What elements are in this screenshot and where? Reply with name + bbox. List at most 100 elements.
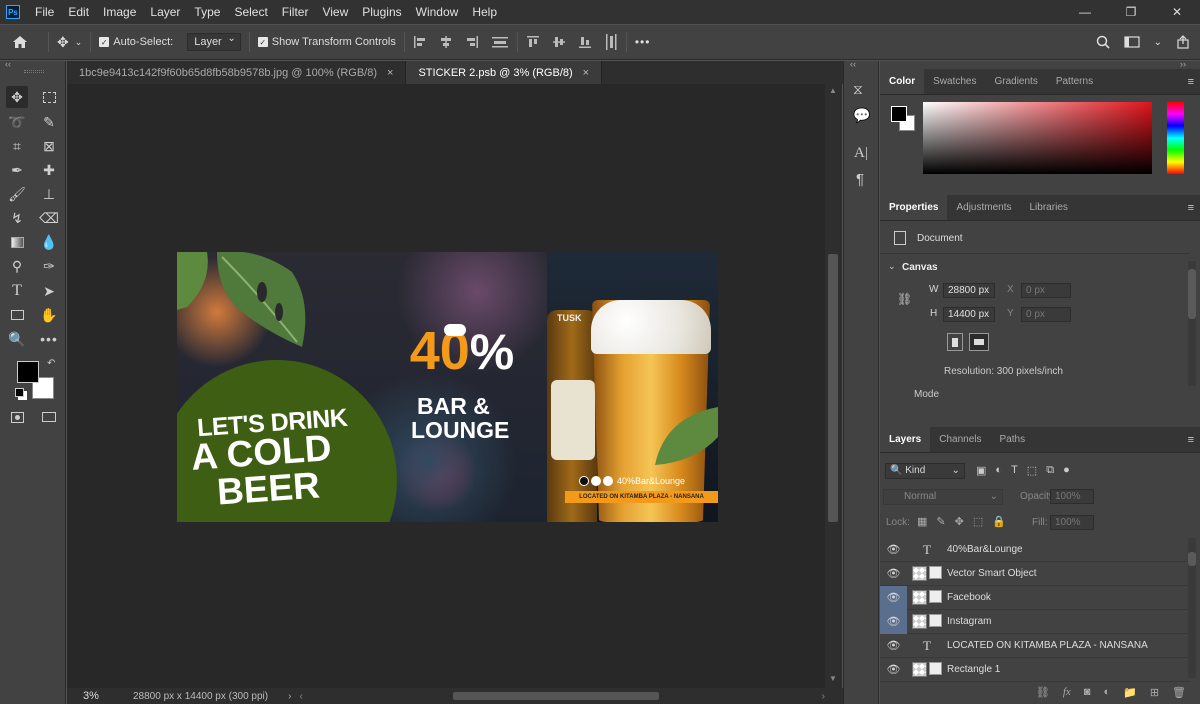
menu-type[interactable]: Type xyxy=(187,0,227,24)
tab-color[interactable]: Color xyxy=(880,69,925,94)
properties-scrollbar[interactable] xyxy=(1188,261,1196,386)
canvas-section-chevron-icon[interactable]: ⌄ xyxy=(888,261,896,272)
frame-tool-icon[interactable]: ⊠ xyxy=(38,135,60,157)
menu-edit[interactable]: Edit xyxy=(61,0,96,24)
close-tab-icon[interactable]: × xyxy=(387,67,393,79)
tab-properties[interactable]: Properties xyxy=(880,195,948,220)
panel-menu-icon[interactable]: ≡ xyxy=(1188,195,1200,220)
new-layer-icon[interactable]: ⊞ xyxy=(1150,686,1159,699)
menu-help[interactable]: Help xyxy=(465,0,504,24)
auto-select-dropdown[interactable]: Layer xyxy=(187,33,241,51)
menu-plugins[interactable]: Plugins xyxy=(355,0,408,24)
visibility-eye-icon[interactable]: 👁 xyxy=(880,538,907,562)
tab-libraries[interactable]: Libraries xyxy=(1021,195,1077,220)
show-transform-checkbox[interactable]: ✓ xyxy=(257,37,268,47)
color-field[interactable] xyxy=(923,102,1152,174)
close-tab-icon[interactable]: × xyxy=(583,67,589,79)
align-middle-icon[interactable] xyxy=(552,35,566,49)
menu-window[interactable]: Window xyxy=(409,0,466,24)
tab-swatches[interactable]: Swatches xyxy=(924,69,985,94)
scroll-down-icon[interactable]: ▼ xyxy=(829,674,837,683)
panel-menu-icon[interactable]: ≡ xyxy=(1188,69,1200,94)
auto-select-checkbox[interactable]: ✓ xyxy=(99,37,110,47)
delete-layer-icon[interactable]: 🗑 xyxy=(1172,686,1186,699)
align-center-icon[interactable] xyxy=(439,35,453,49)
width-field[interactable]: 28800 px xyxy=(943,283,995,298)
doc-info[interactable]: 28800 px x 14400 px (300 ppi) xyxy=(133,691,268,702)
collapse-toolbox-icon[interactable]: ‹‹ xyxy=(5,59,11,69)
portrait-orientation-icon[interactable] xyxy=(947,333,963,351)
comments-panel-icon[interactable]: 💬 xyxy=(853,107,870,124)
align-top-icon[interactable] xyxy=(526,35,540,49)
visibility-eye-icon[interactable]: 👁 xyxy=(880,609,907,634)
gradient-tool-icon[interactable] xyxy=(6,231,28,253)
document-canvas[interactable]: LET'S DRINK A COLD BEER 40% BAR & LOUNGE… xyxy=(177,252,718,522)
layers-scrollbar[interactable] xyxy=(1188,538,1196,678)
link-layers-icon[interactable]: ⛓ xyxy=(1036,686,1050,699)
lock-image-icon[interactable]: ✎ xyxy=(936,515,945,528)
foreground-color-swatch[interactable] xyxy=(17,361,39,383)
layer-row[interactable]: 👁 Rectangle 1 xyxy=(880,658,1190,682)
adjustment-filter-icon[interactable]: ◐ xyxy=(995,464,1002,477)
menu-layer[interactable]: Layer xyxy=(143,0,187,24)
expand-panels-icon[interactable]: ›› xyxy=(1180,59,1186,69)
restore-button[interactable]: ❐ xyxy=(1108,0,1154,24)
edit-toolbar-icon[interactable]: ••• xyxy=(38,328,60,350)
landscape-orientation-icon[interactable] xyxy=(969,333,989,351)
tab-patterns[interactable]: Patterns xyxy=(1047,69,1102,94)
stamp-tool-icon[interactable]: ⊥ xyxy=(38,183,60,205)
layer-row[interactable]: 👁 T LOCATED ON KITAMBA PLAZA - NANSANA xyxy=(880,634,1190,658)
layer-row[interactable]: 👁 Vector Smart Object xyxy=(880,562,1190,586)
menu-select[interactable]: Select xyxy=(227,0,274,24)
align-left-icon[interactable] xyxy=(413,35,427,49)
horizontal-scrollbar[interactable] xyxy=(453,692,659,700)
lock-position-icon[interactable]: ✥ xyxy=(955,515,964,528)
pixel-filter-icon[interactable]: ▣ xyxy=(976,464,986,477)
eyedropper-tool-icon[interactable]: ✒ xyxy=(6,159,28,181)
swap-colors-icon[interactable]: ↶ xyxy=(47,358,55,369)
hscroll-right-icon[interactable]: › xyxy=(822,691,825,702)
history-brush-tool-icon[interactable]: ↯ xyxy=(6,207,28,229)
vertical-scrollbar[interactable]: ▲ ▼ xyxy=(825,84,842,688)
rectangle-tool-icon[interactable] xyxy=(6,304,28,326)
type-tool-icon[interactable]: T xyxy=(6,280,28,302)
panel-foreground-swatch[interactable] xyxy=(891,106,907,122)
shape-filter-icon[interactable]: ⬚ xyxy=(1027,464,1037,477)
layer-row[interactable]: 👁 T 40%Bar&Lounge xyxy=(880,538,1190,562)
tab-adjustments[interactable]: Adjustments xyxy=(947,195,1020,220)
add-mask-icon[interactable]: ◙ xyxy=(1084,686,1091,698)
new-group-icon[interactable]: 📁 xyxy=(1123,686,1137,699)
smart-object-filter-icon[interactable]: ⧉ xyxy=(1046,464,1054,477)
zoom-tool-icon[interactable]: 🔍 xyxy=(6,328,28,350)
type-filter-icon[interactable]: T xyxy=(1011,464,1018,477)
align-bottom-icon[interactable] xyxy=(578,35,592,49)
height-field[interactable]: 14400 px xyxy=(943,307,995,322)
tab-sticker-2[interactable]: STICKER 2.psb @ 3% (RGB/8) × xyxy=(406,61,603,84)
menu-filter[interactable]: Filter xyxy=(275,0,316,24)
eraser-tool-icon[interactable]: ⌫ xyxy=(38,207,60,229)
marquee-tool-icon[interactable] xyxy=(38,86,60,108)
tab-layers[interactable]: Layers xyxy=(880,427,931,452)
move-tool-icon[interactable]: ✥ xyxy=(6,86,28,108)
scroll-thumb[interactable] xyxy=(828,254,838,522)
tab-paths[interactable]: Paths xyxy=(991,427,1035,452)
healing-tool-icon[interactable]: ✚ xyxy=(38,159,60,181)
screen-mode-icon[interactable] xyxy=(38,406,60,428)
workspace-dropdown-icon[interactable]: ⌄ xyxy=(1154,37,1162,48)
tab-1bc9e[interactable]: 1bc9e9413c142f9f60b65d8fb58b9578b.jpg @ … xyxy=(67,61,407,84)
scroll-up-icon[interactable]: ▲ xyxy=(829,86,837,95)
close-window-button[interactable]: ✕ xyxy=(1154,0,1200,24)
tab-gradients[interactable]: Gradients xyxy=(985,69,1046,94)
status-menu-icon[interactable]: › xyxy=(288,691,291,702)
visibility-eye-icon[interactable]: 👁 xyxy=(880,634,907,658)
adjustment-layer-icon[interactable]: ◐ xyxy=(1103,686,1110,698)
lock-transparent-icon[interactable]: ▦ xyxy=(917,515,927,528)
lasso-tool-icon[interactable]: ➰ xyxy=(6,111,28,133)
menu-view[interactable]: View xyxy=(315,0,355,24)
hscroll-left-icon[interactable]: ‹ xyxy=(299,691,302,702)
minimize-button[interactable]: — xyxy=(1062,0,1108,24)
more-options-button[interactable]: ••• xyxy=(635,35,651,49)
search-icon[interactable] xyxy=(1096,35,1110,49)
menu-image[interactable]: Image xyxy=(96,0,143,24)
lock-artboard-icon[interactable]: ⬚ xyxy=(973,515,983,528)
